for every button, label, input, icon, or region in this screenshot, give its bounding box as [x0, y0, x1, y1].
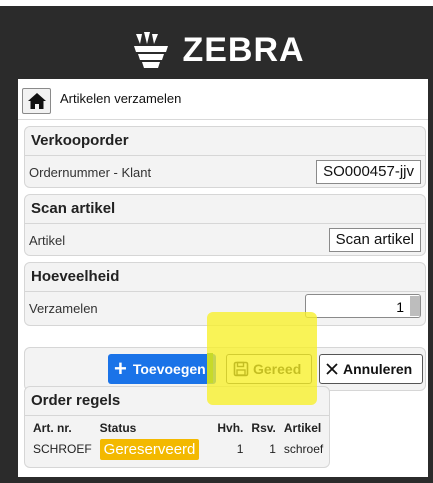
cell-rsv: 1	[269, 442, 276, 456]
column-rsv: Rsv.	[251, 421, 276, 435]
sales-order-label: Ordernummer - Klant	[29, 165, 152, 180]
cancel-button[interactable]: Annuleren	[319, 354, 423, 384]
order-lines-heading: Order regels	[25, 387, 329, 416]
order-lines-card: Order regels Art. nr. Status Hvh. Rsv. A…	[24, 386, 330, 468]
zebra-logo: ZEBRA	[0, 20, 433, 80]
column-hvh: Hvh.	[217, 421, 244, 435]
article-label: Artikel	[29, 233, 66, 248]
save-icon	[233, 361, 249, 377]
order-lines-table: Art. nr. Status Hvh. Rsv. Artikel SCHROE…	[29, 419, 327, 461]
scan-article-button[interactable]: Scan artikel	[328, 228, 421, 252]
done-button-label: Gereed	[253, 361, 302, 377]
sales-order-field[interactable]: SO000457-jjv	[316, 160, 421, 184]
page-title: Artikelen verzamelen	[60, 91, 182, 106]
close-icon	[326, 363, 338, 375]
cell-status: Gereserveerd	[96, 437, 204, 461]
collect-label: Verzamelen	[29, 301, 98, 316]
sales-order-heading: Verkooporder	[25, 127, 425, 156]
add-button[interactable]: + Toevoegen	[108, 354, 216, 384]
done-button[interactable]: Gereed	[226, 354, 312, 384]
status-badge: Gereserveerd	[99, 438, 200, 460]
plus-icon: +	[114, 356, 127, 381]
cell-art-nr: SCHROEF	[33, 442, 92, 456]
scan-row: Artikel Scan artikel	[25, 224, 425, 256]
logo-text: ZEBRA	[182, 30, 305, 69]
column-artikel: Artikel	[283, 421, 322, 435]
quantity-card: Hoeveelheid Verzamelen 1	[24, 262, 426, 326]
sales-order-card: Verkooporder Ordernummer - Klant SO00045…	[24, 126, 426, 188]
zebra-head-icon	[134, 32, 169, 68]
nav-bar: Artikelen verzamelen	[18, 79, 428, 120]
column-status: Status	[99, 421, 137, 435]
add-button-edge	[207, 353, 213, 383]
home-button[interactable]	[22, 88, 51, 114]
cancel-button-label: Annuleren	[343, 361, 413, 377]
sales-order-row: Ordernummer - Klant SO000457-jjv	[25, 156, 425, 188]
quantity-stepper[interactable]	[410, 296, 420, 316]
app-panel: Artikelen verzamelen Verkooporder Ordern…	[18, 79, 428, 477]
table-header-row: Art. nr. Status Hvh. Rsv. Artikel	[29, 419, 327, 437]
action-bar: + Toevoegen Gereed Annuleren	[24, 347, 426, 391]
cell-artikel: schroef	[283, 442, 324, 456]
quantity-row: Verzamelen 1	[25, 292, 425, 324]
scan-heading: Scan artikel	[25, 195, 425, 224]
home-icon	[27, 93, 46, 109]
scan-card: Scan artikel Artikel Scan artikel	[24, 194, 426, 256]
quantity-heading: Hoeveelheid	[25, 263, 425, 292]
table-row[interactable]: SCHROEF Gereserveerd 1 1 schroef	[29, 437, 327, 461]
add-button-label: Toevoegen	[132, 361, 206, 377]
column-art-nr: Art. nr.	[33, 421, 72, 435]
cell-hvh: 1	[236, 442, 244, 456]
quantity-input[interactable]: 1	[305, 294, 421, 318]
